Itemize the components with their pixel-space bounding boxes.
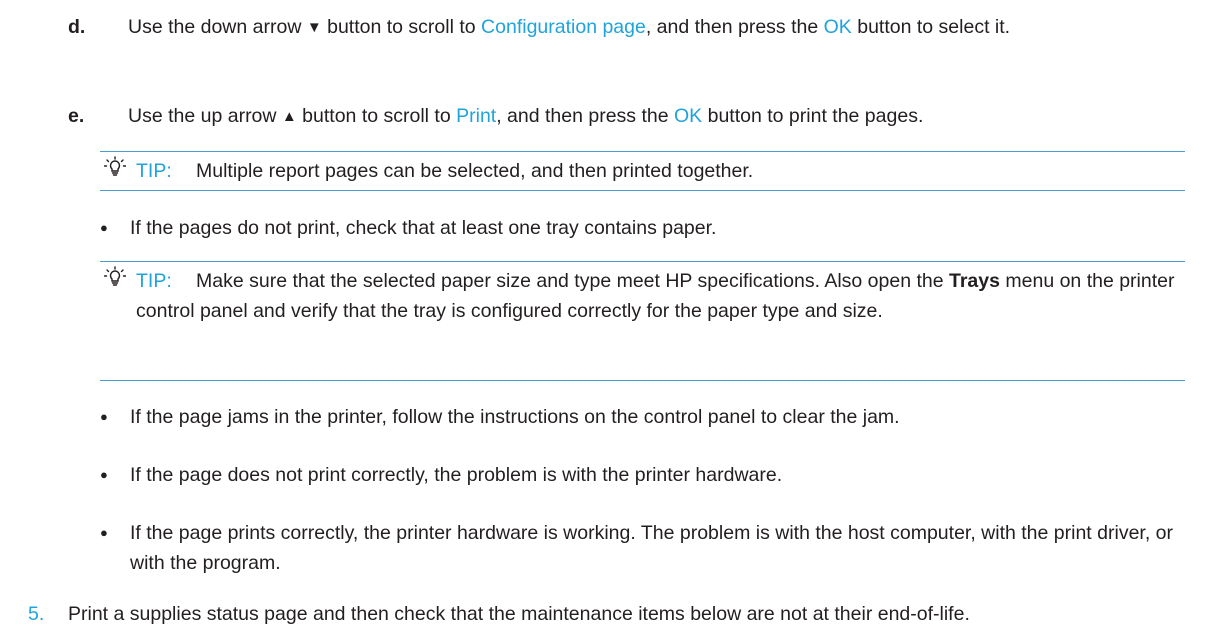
tip-text: TIP: Make sure that the selected paper si… xyxy=(136,266,1185,326)
down-arrow-icon: ▼ xyxy=(306,19,322,36)
list-item: ● If the page jams in the printer, follo… xyxy=(100,402,1185,432)
print-link[interactable]: Print xyxy=(456,105,496,127)
tip-label: TIP: xyxy=(136,270,172,292)
bullet-icon: ● xyxy=(100,220,108,235)
bullet-text: If the page prints correctly, the printe… xyxy=(130,522,1174,574)
lightbulb-icon xyxy=(103,156,127,186)
step-5-label: 5. xyxy=(28,603,45,625)
bullet-text: If the page does not print correctly, th… xyxy=(130,464,783,486)
tip-box: TIP: Multiple report pages can be select… xyxy=(100,151,1185,191)
step-e: e. Use the up arrow ▲ button to scroll t… xyxy=(68,101,1198,132)
step-d-text: Use the down arrow ▼ button to scroll to… xyxy=(128,16,1011,38)
bullet-icon: ● xyxy=(100,467,108,482)
step-d-label: d. xyxy=(68,16,86,38)
tip-box: TIP: Make sure that the selected paper si… xyxy=(100,261,1185,381)
lightbulb-icon xyxy=(103,266,127,296)
step-e-text: Use the up arrow ▲ button to scroll to P… xyxy=(128,105,924,127)
step-5: 5. Print a supplies status page and then… xyxy=(28,599,1208,629)
list-item: ● If the page prints correctly, the prin… xyxy=(100,518,1185,578)
up-arrow-icon: ▲ xyxy=(281,108,297,125)
step-5-text: Print a supplies status page and then ch… xyxy=(68,603,970,625)
tip-label: TIP: xyxy=(136,160,172,182)
step-d: d. Use the down arrow ▼ button to scroll… xyxy=(68,12,1198,43)
bullet-icon: ● xyxy=(100,409,108,424)
document-page: d. Use the down arrow ▼ button to scroll… xyxy=(0,0,1216,639)
bullet-icon: ● xyxy=(100,525,108,540)
tip-text: Multiple report pages can be selected, a… xyxy=(196,160,754,182)
bullet-text: If the page jams in the printer, follow … xyxy=(130,406,900,428)
configuration-page-link[interactable]: Configuration page xyxy=(481,16,646,38)
ok-link[interactable]: OK xyxy=(674,105,702,127)
ok-link[interactable]: OK xyxy=(824,16,852,38)
step-e-label: e. xyxy=(68,105,85,127)
bullet-text: If the pages do not print, check that at… xyxy=(130,217,717,239)
list-item: ● If the pages do not print, check that … xyxy=(100,213,1185,243)
trays-menu-name: Trays xyxy=(949,270,1000,292)
list-item: ● If the page does not print correctly, … xyxy=(100,460,1185,490)
